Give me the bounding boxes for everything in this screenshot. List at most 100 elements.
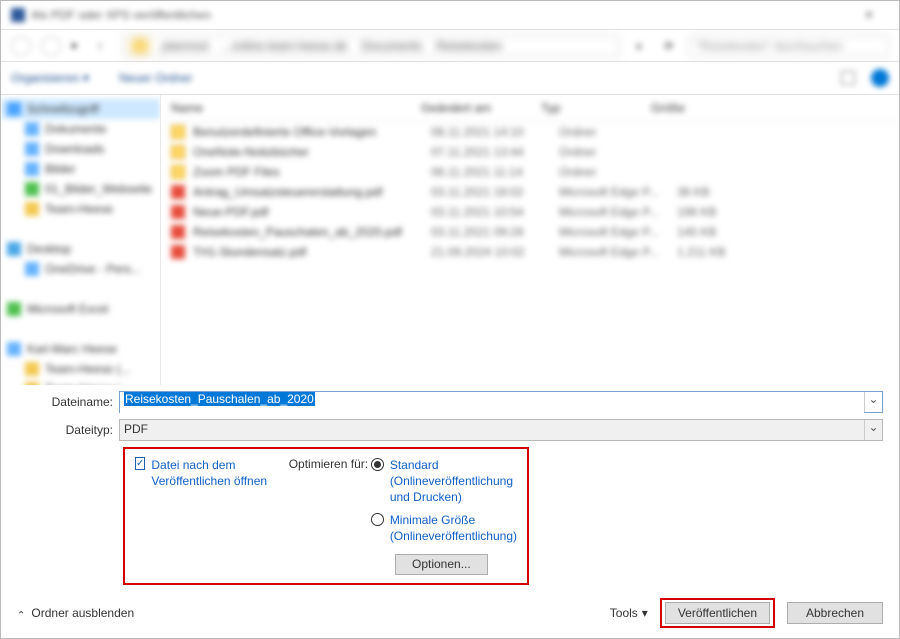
hide-folders-button[interactable]: ⌄ Ordner ausblenden — [17, 606, 134, 620]
sidebar-item[interactable]: Team-Heese (... — [1, 359, 160, 379]
cancel-button[interactable]: Abbrechen — [787, 602, 883, 624]
folder-icon — [171, 165, 185, 179]
pdf-icon — [171, 225, 185, 239]
view-button[interactable] — [841, 71, 855, 85]
sidebar-item[interactable] — [1, 319, 160, 339]
search-input[interactable]: "Reisekosten" durchsuchen — [689, 35, 889, 57]
folder-icon — [132, 39, 148, 53]
optimize-minimal-label: Minimale Größe (Onlineveröffentlichung) — [390, 512, 517, 544]
chevron-down-icon[interactable]: ⌄ — [864, 420, 882, 440]
pdf-icon — [171, 245, 185, 259]
organize-button[interactable]: Organisieren ▾ — [11, 71, 89, 85]
sidebar-item[interactable]: Microsoft Excel — [1, 299, 160, 319]
sidebar-item[interactable]: Desktop — [1, 239, 160, 259]
close-icon[interactable]: ✕ — [849, 8, 889, 22]
publish-button[interactable]: Veröffentlichen — [665, 602, 770, 624]
forward-button[interactable] — [41, 36, 61, 56]
sidebar-item[interactable]: Schnellzugriff — [1, 99, 160, 119]
folder-icon — [25, 362, 39, 376]
title-bar: Als PDF oder XPS veröffentlichen ✕ — [1, 1, 899, 29]
sidebar-item[interactable]: Karl-Marc Heese — [1, 339, 160, 359]
folder-icon — [25, 182, 39, 196]
folder-icon — [171, 125, 185, 139]
folder-icon — [7, 282, 21, 296]
open-after-label: Datei nach dem Veröffentlichen öffnen — [151, 457, 288, 489]
sidebar-item[interactable]: 01_Bilder_Webseite — [1, 179, 160, 199]
tools-button[interactable]: Tools ▾ — [610, 606, 648, 620]
publish-options: ✓ Datei nach dem Veröffentlichen öffnen … — [123, 447, 529, 585]
col-modified[interactable]: Geändert am — [421, 101, 541, 115]
app-icon — [11, 8, 25, 22]
folder-icon — [25, 142, 39, 156]
file-row[interactable]: Reisekosten_Pauschalen_ab_2020.pdf03.11.… — [161, 222, 899, 242]
optimize-standard-radio[interactable] — [371, 458, 384, 471]
pdf-icon — [171, 205, 185, 219]
sidebar-item[interactable]: Team-Heese (... — [1, 379, 160, 385]
filename-value: Reisekosten_Pauschalen_ab_2020 — [124, 392, 315, 406]
file-row[interactable]: Neue-PDF.pdf03.11.2021 10:54Microsoft Ed… — [161, 202, 899, 222]
sidebar-item[interactable]: Bilder — [1, 159, 160, 179]
file-row[interactable]: TH1-Stundensatz.pdf21.09.2024 10:02Micro… — [161, 242, 899, 262]
folder-icon — [7, 222, 21, 236]
help-icon[interactable] — [871, 69, 889, 87]
folder-icon — [25, 162, 39, 176]
open-after-checkbox[interactable]: ✓ — [135, 457, 145, 470]
file-pane: Name Geändert am Typ Größe Benutzerdefin… — [161, 95, 899, 385]
window-title: Als PDF oder XPS veröffentlichen — [31, 8, 211, 22]
options-button[interactable]: Optionen... — [395, 554, 488, 575]
up-button[interactable]: ▾ — [71, 39, 87, 53]
sidebar-item[interactable]: Downloads — [1, 139, 160, 159]
breadcrumb[interactable]: planmod ...online.team-heese.de Document… — [123, 35, 619, 57]
crumb[interactable]: ...online.team-heese.de — [222, 39, 347, 53]
optimize-standard-label: Standard (Onlineveröffentlichung und Dru… — [390, 457, 517, 506]
command-bar: Organisieren ▾ Neuer Ordner — [1, 61, 899, 95]
back-button[interactable] — [11, 36, 31, 56]
pdf-icon — [171, 185, 185, 199]
file-row[interactable]: Antrag_Umsatzsteuererstattung.pdf03.11.2… — [161, 182, 899, 202]
file-browser: SchnellzugriffDokumenteDownloadsBilder01… — [1, 95, 899, 385]
new-folder-button[interactable]: Neuer Ordner — [119, 71, 192, 85]
folder-icon — [7, 102, 21, 116]
column-headers[interactable]: Name Geändert am Typ Größe — [161, 95, 899, 122]
sidebar-item[interactable]: Team-Heese — [1, 199, 160, 219]
folder-icon — [7, 302, 21, 316]
filename-input[interactable]: Reisekosten_Pauschalen_ab_2020 ⌄ — [119, 391, 883, 413]
save-panel: Dateiname: Reisekosten_Pauschalen_ab_202… — [1, 385, 899, 585]
file-row[interactable]: OneNote-Notizbücher07.11.2021 13:44Ordne… — [161, 142, 899, 162]
file-row[interactable]: Benutzerdefinierte Office-Vorlagen08.11.… — [161, 122, 899, 142]
crumb[interactable]: planmod — [162, 39, 208, 53]
folder-icon — [25, 122, 39, 136]
folder-icon — [7, 242, 21, 256]
chevron-down-icon[interactable]: ⌄ — [864, 392, 882, 412]
folder-icon — [171, 145, 185, 159]
refresh-icon[interactable]: ⟳ — [659, 39, 679, 53]
sidebar-item[interactable] — [1, 219, 160, 239]
up-arrow-icon[interactable]: ↑ — [97, 39, 113, 53]
sidebar-item[interactable]: Dokumente — [1, 119, 160, 139]
crumb[interactable]: Documents — [361, 39, 422, 53]
filename-label: Dateiname: — [17, 395, 119, 409]
folder-icon — [25, 382, 39, 385]
filetype-label: Dateityp: — [17, 423, 119, 437]
sidebar-item[interactable]: OneDrive - Pers... — [1, 259, 160, 279]
optimize-minimal-radio[interactable] — [371, 513, 384, 526]
chevron-down-icon: ▾ — [642, 606, 648, 620]
folder-icon — [7, 322, 21, 336]
dialog-footer: ⌄ Ordner ausblenden Tools ▾ Veröffentlic… — [17, 598, 883, 628]
folder-icon — [25, 262, 39, 276]
nav-bar: ▾ ↑ planmod ...online.team-heese.de Docu… — [1, 29, 899, 61]
history-button[interactable]: v — [629, 39, 649, 53]
col-name[interactable]: Name — [171, 101, 421, 115]
crumb[interactable]: Reisekosten — [436, 39, 502, 53]
sidebar-item[interactable] — [1, 279, 160, 299]
filetype-value: PDF — [120, 420, 864, 440]
col-type[interactable]: Typ — [541, 101, 651, 115]
optimize-for-label: Optimieren für: — [289, 457, 371, 471]
col-size[interactable]: Größe — [651, 101, 731, 115]
sidebar: SchnellzugriffDokumenteDownloadsBilder01… — [1, 95, 161, 385]
filetype-select[interactable]: PDF ⌄ — [119, 419, 883, 441]
folder-icon — [25, 202, 39, 216]
folder-icon — [7, 342, 21, 356]
chevron-up-icon: ⌄ — [17, 608, 25, 619]
file-row[interactable]: Zoom PDF Files06.11.2021 11:14Ordner — [161, 162, 899, 182]
